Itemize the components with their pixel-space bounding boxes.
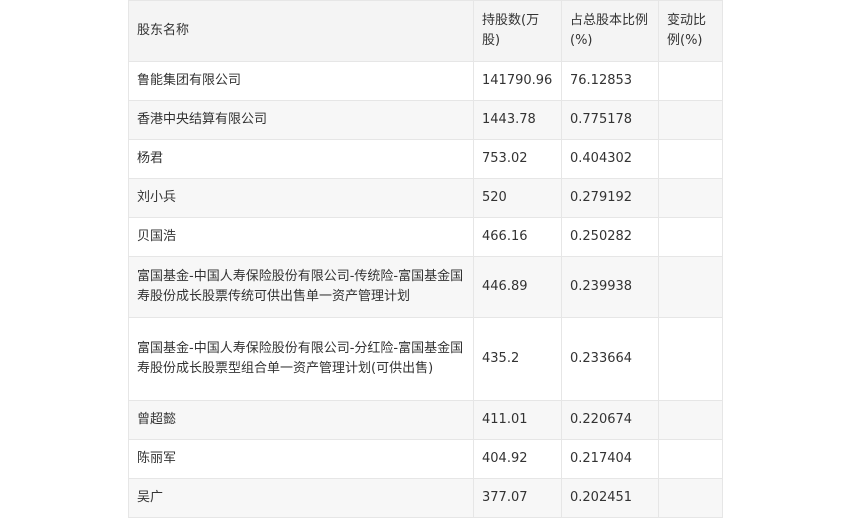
cell-share-percent: 0.217404 (561, 439, 659, 479)
table-row: 刘小兵 520 0.279192 (128, 178, 723, 218)
cell-change-percent (658, 439, 723, 479)
cell-change-percent (658, 478, 723, 518)
cell-change-percent (658, 178, 723, 218)
table-row: 香港中央结算有限公司 1443.78 0.775178 (128, 100, 723, 140)
cell-shares-held: 411.01 (473, 400, 562, 440)
table-row: 富国基金-中国人寿保险股份有限公司-分红险-富国基金国寿股份成长股票型组合单一资… (128, 317, 723, 401)
cell-shares-held: 466.16 (473, 217, 562, 257)
header-shareholder-name: 股东名称 (128, 0, 474, 62)
table-header-row: 股东名称 持股数(万股) 占总股本比例(%) 变动比例(%) (128, 0, 723, 62)
cell-shareholder-name: 香港中央结算有限公司 (128, 100, 474, 140)
cell-share-percent: 0.220674 (561, 400, 659, 440)
cell-share-percent: 0.250282 (561, 217, 659, 257)
cell-change-percent (658, 61, 723, 101)
shareholders-table-container: 股东名称 持股数(万股) 占总股本比例(%) 变动比例(%) 鲁能集团有限公司 … (128, 0, 723, 518)
cell-shareholder-name: 杨君 (128, 139, 474, 179)
cell-share-percent: 0.404302 (561, 139, 659, 179)
cell-change-percent (658, 100, 723, 140)
header-change-percent: 变动比例(%) (658, 0, 723, 62)
cell-shareholder-name: 吴广 (128, 478, 474, 518)
cell-share-percent: 0.279192 (561, 178, 659, 218)
cell-shares-held: 377.07 (473, 478, 562, 518)
cell-change-percent (658, 256, 723, 318)
cell-shares-held: 404.92 (473, 439, 562, 479)
cell-change-percent (658, 217, 723, 257)
cell-shareholder-name: 鲁能集团有限公司 (128, 61, 474, 101)
header-share-percent: 占总股本比例(%) (561, 0, 659, 62)
cell-shares-held: 520 (473, 178, 562, 218)
cell-shareholder-name: 富国基金-中国人寿保险股份有限公司-传统险-富国基金国寿股份成长股票传统可供出售… (128, 256, 474, 318)
cell-shares-held: 435.2 (473, 317, 562, 401)
table-row: 吴广 377.07 0.202451 (128, 478, 723, 518)
cell-shares-held: 446.89 (473, 256, 562, 318)
table-row: 陈丽军 404.92 0.217404 (128, 439, 723, 479)
table-row: 富国基金-中国人寿保险股份有限公司-传统险-富国基金国寿股份成长股票传统可供出售… (128, 256, 723, 318)
cell-shareholder-name: 贝国浩 (128, 217, 474, 257)
cell-change-percent (658, 400, 723, 440)
cell-shareholder-name: 刘小兵 (128, 178, 474, 218)
shareholders-table: 股东名称 持股数(万股) 占总股本比例(%) 变动比例(%) 鲁能集团有限公司 … (128, 0, 723, 518)
cell-share-percent: 0.775178 (561, 100, 659, 140)
cell-share-percent: 0.202451 (561, 478, 659, 518)
cell-shareholder-name: 陈丽军 (128, 439, 474, 479)
cell-shares-held: 1443.78 (473, 100, 562, 140)
cell-change-percent (658, 317, 723, 401)
table-row: 杨君 753.02 0.404302 (128, 139, 723, 179)
cell-shares-held: 753.02 (473, 139, 562, 179)
header-shares-held: 持股数(万股) (473, 0, 562, 62)
cell-shareholder-name: 富国基金-中国人寿保险股份有限公司-分红险-富国基金国寿股份成长股票型组合单一资… (128, 317, 474, 401)
cell-share-percent: 0.233664 (561, 317, 659, 401)
table-row: 鲁能集团有限公司 141790.96 76.12853 (128, 61, 723, 101)
cell-share-percent: 0.239938 (561, 256, 659, 318)
cell-shareholder-name: 曾超懿 (128, 400, 474, 440)
table-row: 贝国浩 466.16 0.250282 (128, 217, 723, 257)
table-row: 曾超懿 411.01 0.220674 (128, 400, 723, 440)
cell-change-percent (658, 139, 723, 179)
cell-share-percent: 76.12853 (561, 61, 659, 101)
cell-shares-held: 141790.96 (473, 61, 562, 101)
